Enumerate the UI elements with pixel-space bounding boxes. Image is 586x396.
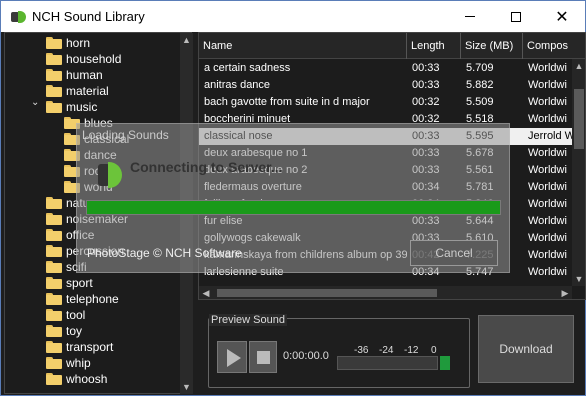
folder-icon [46, 373, 62, 385]
tree-item[interactable]: sport [46, 275, 93, 291]
table-row[interactable]: bach gavotte from suite in d major 00:32 5… [199, 94, 572, 111]
table-horizontal-scrollbar[interactable]: ◀ ▶ [199, 286, 572, 299]
scroll-left-icon[interactable]: ◀ [199, 286, 213, 299]
scroll-down-icon[interactable]: ▼ [572, 272, 585, 286]
vu-label: 0 [431, 345, 437, 356]
folder-icon [46, 245, 62, 257]
folder-icon [46, 229, 62, 241]
scroll-thumb[interactable] [574, 89, 584, 149]
dialog-title: Loading Sounds [82, 128, 169, 142]
window-title: NCH Sound Library [32, 9, 145, 24]
dialog-message: Connecting to Server... [130, 159, 283, 175]
tree-item-label: toy [66, 324, 83, 338]
tree-item[interactable]: material [46, 83, 109, 99]
tree-item[interactable]: tool [46, 307, 85, 323]
progress-bar [86, 200, 501, 215]
volume-peak-indicator [440, 356, 450, 370]
scroll-thumb[interactable] [217, 289, 437, 297]
folder-icon [46, 357, 62, 369]
vu-label: -12 [404, 345, 419, 356]
column-header-size[interactable]: Size (MB) [461, 33, 523, 59]
folder-icon [46, 69, 62, 81]
folder-icon [46, 85, 62, 97]
column-header-length[interactable]: Length [407, 33, 461, 59]
maximize-button[interactable] [493, 1, 539, 32]
vu-label: -24 [379, 345, 394, 356]
minimize-icon [465, 16, 475, 17]
dialog-brand: PhotoStage © NCH Software [87, 246, 242, 260]
folder-icon [46, 197, 62, 209]
tree-item[interactable]: whoosh [46, 371, 107, 387]
folder-icon [46, 341, 62, 353]
cell-length: 00:33 [412, 79, 440, 91]
cell-length: 00:33 [412, 62, 440, 74]
tree-item-label: music [66, 100, 98, 114]
tree-item-label: whip [66, 356, 91, 370]
folder-icon [46, 293, 62, 305]
folder-icon [46, 213, 62, 225]
tree-item-label: household [66, 52, 122, 66]
cell-size: 5.882 [466, 79, 494, 91]
volume-meter [337, 356, 438, 370]
tree-item[interactable]: human [46, 67, 103, 83]
cell-name: anitras dance [204, 79, 271, 91]
table-row[interactable]: a certain sadness 00:33 5.709 Worldwi [199, 60, 572, 77]
tree-item-label: sport [66, 276, 93, 290]
minimize-button[interactable] [447, 1, 493, 32]
folder-icon [46, 37, 62, 49]
folder-icon [46, 325, 62, 337]
cell-size: 5.709 [466, 62, 494, 74]
folder-icon [46, 101, 62, 113]
scroll-down-icon[interactable]: ▼ [180, 380, 193, 394]
title-bar: NCH Sound Library ✕ [0, 0, 586, 32]
tree-item-label: telephone [66, 292, 119, 306]
tree-item-label: horn [66, 36, 91, 50]
maximize-icon [511, 11, 521, 22]
stop-button[interactable] [249, 341, 277, 373]
play-button[interactable] [217, 341, 247, 373]
close-button[interactable]: ✕ [539, 1, 585, 32]
cell-length: 00:32 [412, 96, 440, 108]
tree-item-label: transport [66, 340, 114, 354]
app-icon [10, 9, 26, 25]
table-row[interactable]: anitras dance 00:33 5.882 Worldwi [199, 77, 572, 94]
tree-item[interactable]: horn [46, 35, 90, 51]
nch-logo-icon [98, 160, 122, 190]
tree-item[interactable]: transport [46, 339, 113, 355]
cancel-button[interactable]: Cancel [410, 240, 498, 266]
vu-label: -36 [354, 345, 369, 356]
table-vertical-scrollbar[interactable]: ▲ ▼ [572, 59, 585, 286]
tree-item[interactable]: music [46, 99, 97, 115]
tree-item-label: tool [66, 308, 86, 322]
folder-icon [46, 309, 62, 321]
tree-item-label: whoosh [66, 372, 108, 386]
cell-size: 5.509 [466, 96, 494, 108]
tree-item-label: material [66, 84, 109, 98]
playback-time: 0:00:00.0 [283, 350, 329, 362]
column-header-name[interactable]: Name [199, 33, 407, 59]
cell-name: a certain sadness [204, 62, 291, 74]
tree-item[interactable]: telephone [46, 291, 119, 307]
folder-icon [46, 277, 62, 289]
folder-icon [46, 261, 62, 273]
tree-item[interactable]: household [46, 51, 121, 67]
cell-name: bach gavotte from suite in d major [204, 96, 370, 108]
expand-chevron-icon[interactable]: ⌄ [31, 97, 39, 108]
close-icon: ✕ [555, 8, 569, 26]
column-header-composer[interactable]: Compos [523, 33, 585, 59]
scroll-right-icon[interactable]: ▶ [558, 286, 572, 299]
download-button[interactable]: Download [478, 315, 574, 383]
tree-item[interactable]: toy [46, 323, 82, 339]
tree-item[interactable]: whip [46, 355, 91, 371]
folder-icon [46, 53, 62, 65]
scroll-up-icon[interactable]: ▲ [180, 33, 193, 47]
table-header: Name Length Size (MB) Compos [199, 33, 585, 59]
scroll-up-icon[interactable]: ▲ [572, 59, 585, 73]
tree-item-label: human [66, 68, 103, 82]
preview-label: Preview Sound [209, 314, 287, 326]
